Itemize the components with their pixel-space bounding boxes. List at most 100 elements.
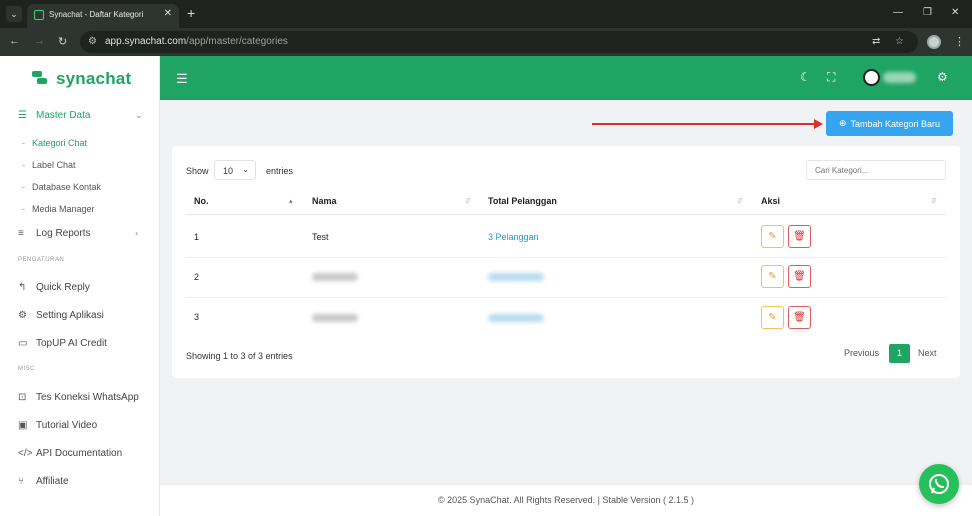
column-header-nama[interactable]: Nama [312,196,337,206]
restore-icon[interactable]: ❐ [923,7,932,18]
column-header-no[interactable]: No. [194,196,209,206]
app-header: ☰ ☾ ⛶ ⚙ [160,56,972,100]
tab-title: Synachat - Daftar Kategori [49,10,144,19]
connection-icon: ⊡ [18,392,27,403]
annotation-arrow-head [814,119,823,129]
row-3-nama-blurred [312,314,358,322]
user-name-blurred[interactable] [883,72,916,83]
sidebar-item-tutorial-video[interactable]: ▣ Tutorial Video [18,420,97,431]
settings-gear-icon[interactable]: ⚙ [937,70,948,84]
bookmark-star-icon[interactable]: ☆ [895,36,904,47]
url-text: app.synachat.com/app/master/categories [105,36,288,47]
sidebar-item-setting-aplikasi[interactable]: ⚙ Setting Aplikasi [18,310,104,321]
search-input[interactable] [806,160,946,180]
show-label: Show [186,166,209,176]
share-icon: ⑂ [18,476,24,487]
code-icon: </> [18,448,33,459]
chevron-right-icon[interactable]: › [135,228,138,238]
translate-icon[interactable]: ⇄ [872,36,880,47]
pencil-icon: ✎ [768,231,777,242]
pagination-previous[interactable]: Previous [844,348,879,358]
chevron-down-icon[interactable]: ⌄ [135,110,143,121]
column-header-total-pelanggan[interactable]: Total Pelanggan [488,196,557,206]
edit-button[interactable]: ✎ [761,306,784,329]
sidebar-item-tes-koneksi[interactable]: ⊡ Tes Koneksi WhatsApp [18,392,139,403]
delete-button[interactable]: 🗑 [788,306,811,329]
sidebar-group-master-data[interactable]: ☰ Master Data [18,110,90,121]
new-tab-icon[interactable]: + [187,5,195,21]
sidebar-item-topup-ai-credit[interactable]: ▭ TopUP AI Credit [18,338,107,349]
row-3-no: 3 [194,312,200,322]
edit-button[interactable]: ✎ [761,225,784,248]
list-icon: ☰ [18,110,27,121]
browser-menu-icon[interactable]: ⋮ [954,35,965,48]
sidebar-item-affiliate[interactable]: ⑂ Affiliate [18,476,69,487]
app-logo[interactable]: synachat [32,69,131,89]
whatsapp-icon [929,474,949,494]
back-icon[interactable]: ← [9,35,20,47]
browser-tab-bar: ⌄ Synachat - Daftar Kategori ✕ + — ❐ ✕ [0,0,972,28]
sidebar-item-database-kontak[interactable]: - Database Kontak [22,182,101,192]
section-pengaturan: PENGATURAN [18,257,65,263]
section-misc: MISC [18,366,35,372]
row-1-total-link[interactable]: 3 Pelanggan [488,232,539,242]
fullscreen-icon[interactable]: ⛶ [827,70,835,85]
sort-asc-icon[interactable]: ▴ [289,197,293,205]
row-3-total-blurred[interactable] [488,314,544,322]
tab-search-icon[interactable]: ⌄ [6,6,22,22]
delete-button[interactable]: 🗑 [788,265,811,288]
site-info-icon[interactable]: ⚙ [88,36,97,47]
sidebar-item-api-documentation[interactable]: </> API Documentation [18,448,122,459]
annotation-arrow [592,123,817,125]
entries-label: entries [266,166,294,176]
trash-icon: 🗑 [793,271,806,282]
table-info-text: Showing 1 to 3 of 3 entries [186,351,293,361]
menu-toggle-icon[interactable]: ☰ [176,71,188,87]
pencil-icon: ✎ [768,312,777,323]
credit-card-icon: ▭ [18,338,28,349]
close-window-icon[interactable]: ✕ [951,7,959,18]
forward-icon[interactable]: → [34,35,45,47]
pencil-icon: ✎ [768,271,777,282]
trash-icon: 🗑 [793,231,806,242]
sort-icon[interactable]: ⇵ [465,197,471,205]
row-1-no: 1 [194,232,200,242]
sort-icon[interactable]: ⇵ [931,197,937,205]
gear-icon: ⚙ [18,310,27,321]
dark-mode-icon[interactable]: ☾ [800,70,811,84]
sidebar-item-label-chat[interactable]: - Label Chat [22,160,76,170]
profile-avatar-icon[interactable] [927,35,941,49]
row-2-total-blurred[interactable] [488,273,544,281]
row-1-nama: Test [312,232,329,242]
edit-button[interactable]: ✎ [761,265,784,288]
sort-icon[interactable]: ⇵ [737,197,743,205]
browser-toolbar: ← → ↻ ⚙ app.synachat.com/app/master/cate… [0,28,972,56]
row-divider [186,297,946,298]
whatsapp-chat-button[interactable] [919,464,959,504]
reply-icon: ↰ [18,282,27,293]
column-header-aksi[interactable]: Aksi [761,196,780,206]
row-divider [186,257,946,258]
add-category-button[interactable]: ⊕ Tambah Kategori Baru [826,111,953,136]
sidebar-group-log-reports[interactable]: ≡ Log Reports [18,228,90,239]
categories-table-card: Show 10 ⌄ entries No. ▴ Nama ⇵ Total Pel… [172,146,960,378]
reload-icon[interactable]: ↻ [58,35,67,48]
close-tab-icon[interactable]: ✕ [164,8,172,19]
row-2-no: 2 [194,272,200,282]
user-avatar[interactable] [863,69,880,86]
sidebar-item-quick-reply[interactable]: ↰ Quick Reply [18,282,90,293]
report-icon: ≡ [18,228,24,239]
sidebar-item-kategori-chat[interactable]: - Kategori Chat [22,138,87,148]
row-2-nama-blurred [312,273,358,281]
sidebar-item-media-manager[interactable]: - Media Manager [22,204,95,214]
favicon-icon [34,10,44,20]
delete-button[interactable]: 🗑 [788,225,811,248]
sidebar-group-label: Master Data [36,110,91,121]
address-bar[interactable]: ⚙ app.synachat.com/app/master/categories… [80,31,918,53]
browser-tab[interactable]: Synachat - Daftar Kategori ✕ [27,4,179,28]
pagination-page-1[interactable]: 1 [889,344,910,363]
pagination-next[interactable]: Next [918,348,937,358]
plus-circle-icon: ⊕ [838,118,847,128]
minimize-icon[interactable]: — [893,7,903,18]
entries-select[interactable]: 10 ⌄ [214,160,256,180]
